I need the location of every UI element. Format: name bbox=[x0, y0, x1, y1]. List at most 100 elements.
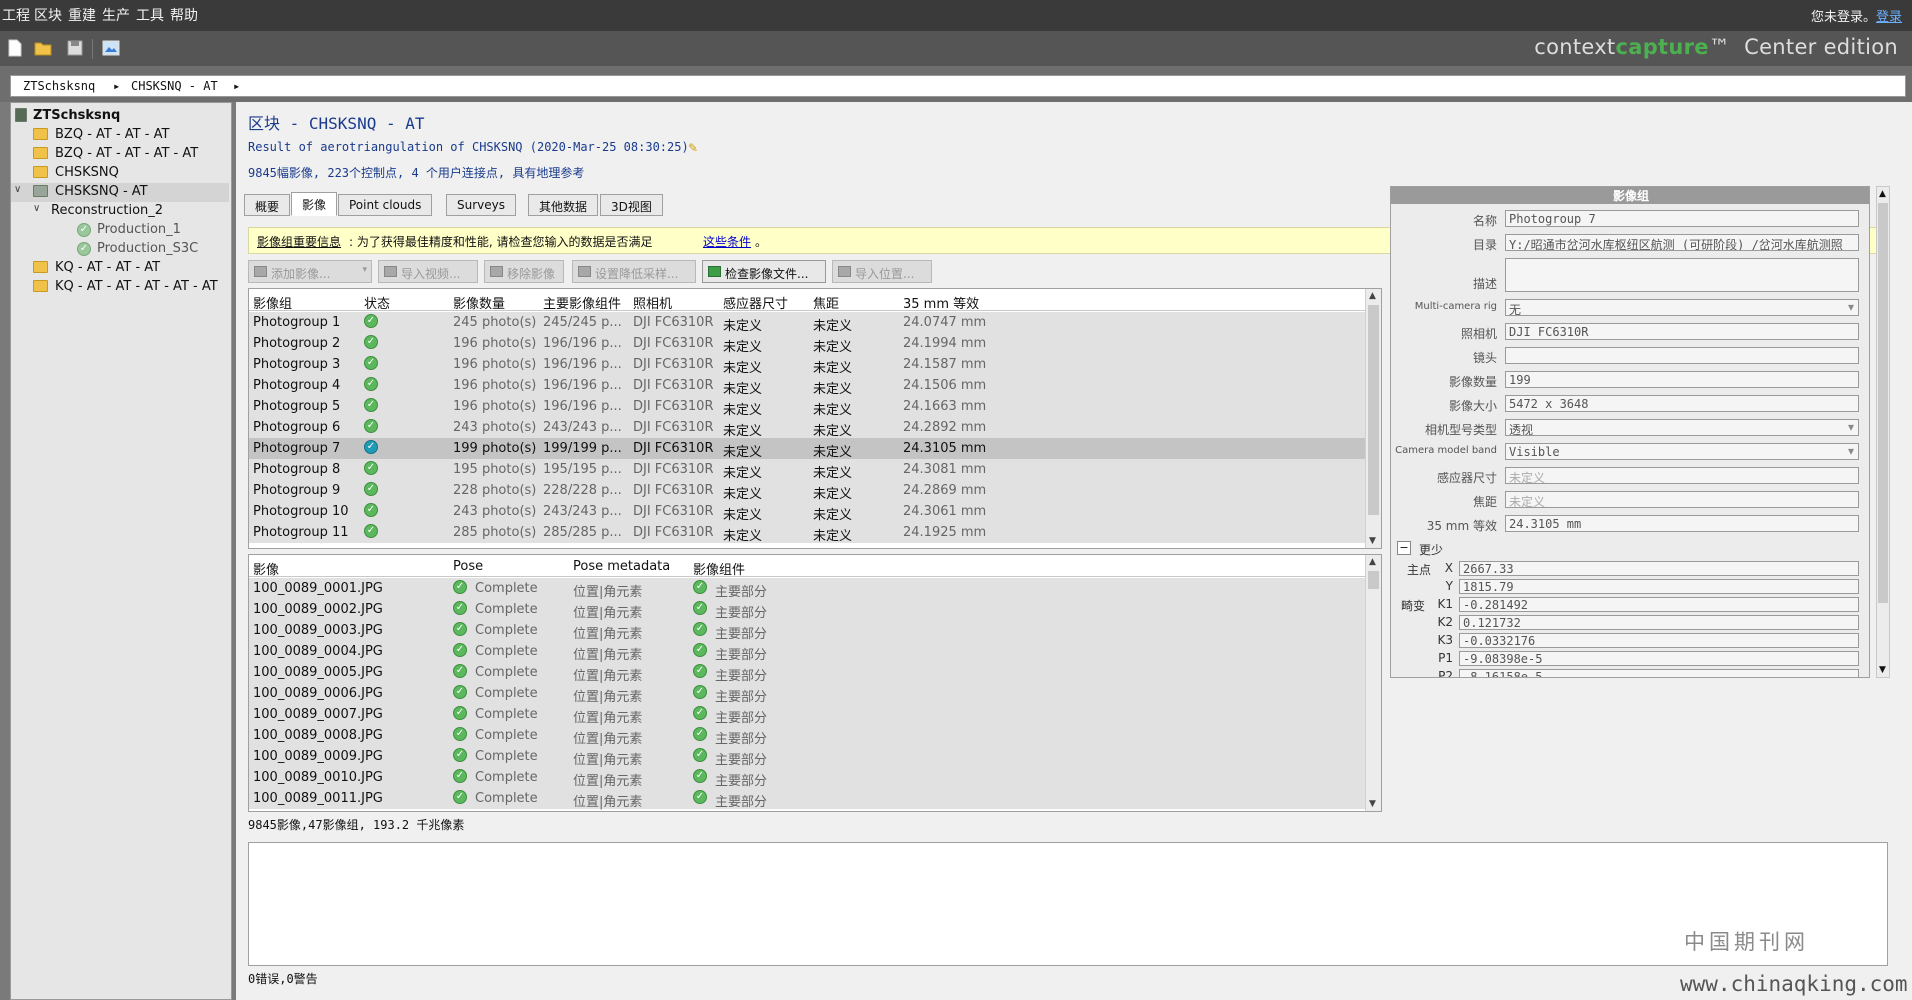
chevron-down-icon[interactable]: ∨ bbox=[33, 203, 40, 214]
breadcrumb-separator[interactable]: ▸ bbox=[233, 79, 240, 93]
column-header[interactable]: 感应器尺寸 bbox=[723, 293, 788, 312]
table-row[interactable]: ✓ Photogroup 5 196 photo(s) 196/196 p... DJI… bbox=[249, 396, 1365, 418]
param-field[interactable]: 1815.79 bbox=[1459, 579, 1859, 594]
property-field[interactable]: 5472 x 3648 bbox=[1505, 395, 1859, 412]
new-file-icon[interactable] bbox=[6, 39, 24, 57]
column-header[interactable]: Pose metadata bbox=[573, 559, 670, 574]
column-header[interactable]: 影像数量 bbox=[453, 293, 505, 312]
table-row[interactable]: ✓ Photogroup 1 245 photo(s) 245/245 p... DJI… bbox=[249, 312, 1365, 334]
import-positions-button[interactable]: 导入位置... bbox=[832, 260, 932, 283]
property-field[interactable] bbox=[1505, 258, 1859, 292]
table-row[interactable]: 100_0089_0007.JPG ✓ Complete 位置|角元素 ✓ 主要部分 bbox=[249, 704, 1365, 726]
open-folder-icon[interactable] bbox=[34, 39, 52, 57]
breadcrumb-project[interactable]: ZTSchsksnq bbox=[23, 79, 95, 93]
check-image-files-button[interactable]: 检查影像文件... bbox=[702, 260, 826, 283]
param-field[interactable]: 2667.33 bbox=[1459, 561, 1859, 576]
log-panel[interactable] bbox=[248, 842, 1888, 966]
property-field[interactable]: 24.3105 mm bbox=[1505, 515, 1859, 532]
menu-tools[interactable]: 工具 bbox=[136, 5, 164, 25]
scroll-up-icon[interactable]: ▲ bbox=[1369, 557, 1376, 567]
tab-3d-view[interactable]: 3D视图 bbox=[600, 194, 663, 216]
menu-reconstruction[interactable]: 重建 bbox=[68, 5, 96, 25]
property-field[interactable]: Y:/昭通市岔河水库枢纽区航测 (可研阶段) /岔河水库航测照 bbox=[1505, 234, 1859, 251]
scrollbar-thumb[interactable] bbox=[1368, 571, 1379, 589]
chevron-down-icon[interactable]: ▾ bbox=[362, 265, 367, 275]
table-row[interactable]: 100_0089_0001.JPG ✓ Complete 位置|角元素 ✓ 主要部分 bbox=[249, 578, 1365, 600]
property-field[interactable]: 无 bbox=[1505, 299, 1859, 316]
menu-project[interactable]: 工程 bbox=[2, 5, 30, 25]
remove-photos-button[interactable]: 移除影像 bbox=[484, 260, 564, 283]
column-header[interactable]: 焦距 bbox=[813, 293, 839, 312]
table-row[interactable]: ✓ Photogroup 4 196 photo(s) 196/196 p... DJI… bbox=[249, 375, 1365, 397]
table-row[interactable]: ✓ Photogroup 3 196 photo(s) 196/196 p... DJI… bbox=[249, 354, 1365, 376]
scroll-down-icon[interactable]: ▼ bbox=[1369, 799, 1376, 809]
tab-surveys[interactable]: Surveys bbox=[446, 194, 516, 216]
properties-scrollbar[interactable]: ▲ ▼ bbox=[1876, 186, 1890, 678]
scroll-down-icon[interactable]: ▼ bbox=[1369, 536, 1376, 546]
menu-production[interactable]: 生产 bbox=[102, 5, 130, 25]
tab-overview[interactable]: 概要 bbox=[244, 194, 291, 216]
param-field[interactable]: -8.16158e-5 bbox=[1459, 669, 1859, 677]
collapse-toggle[interactable]: − bbox=[1397, 541, 1411, 555]
param-field[interactable]: -0.281492 bbox=[1459, 597, 1859, 612]
column-header[interactable]: 影像组件 bbox=[693, 559, 745, 578]
property-field[interactable]: 199 bbox=[1505, 371, 1859, 388]
table-row[interactable]: 100_0089_0008.JPG ✓ Complete 位置|角元素 ✓ 主要部分 bbox=[249, 725, 1365, 747]
table-row[interactable]: 100_0089_0005.JPG ✓ Complete 位置|角元素 ✓ 主要部分 bbox=[249, 662, 1365, 684]
table-row[interactable]: ✓ Photogroup 7 199 photo(s) 199/199 p... DJI… bbox=[249, 438, 1365, 460]
param-field[interactable]: -9.08398e-5 bbox=[1459, 651, 1859, 666]
vertical-scrollbar[interactable]: ▲ ▼ bbox=[1365, 289, 1381, 548]
property-field[interactable]: Visible bbox=[1505, 443, 1859, 460]
table-row[interactable]: ✓ Photogroup 2 196 photo(s) 196/196 p... DJI… bbox=[249, 333, 1365, 355]
scrollbar-thumb[interactable] bbox=[1368, 305, 1379, 515]
add-photos-button[interactable]: 添加影像... ▾ bbox=[248, 260, 372, 283]
table-row[interactable]: 100_0089_0003.JPG ✓ Complete 位置|角元素 ✓ 主要部分 bbox=[249, 620, 1365, 642]
table-row[interactable]: ✓ Photogroup 10 243 photo(s) 243/243 p... DJ… bbox=[249, 501, 1365, 523]
table-row[interactable]: ✓ Photogroup 8 195 photo(s) 195/195 p... DJI… bbox=[249, 459, 1365, 481]
less-label[interactable]: 更少 bbox=[1419, 541, 1443, 558]
import-video-button[interactable]: 导入视频... bbox=[378, 260, 478, 283]
scroll-down-icon[interactable]: ▼ bbox=[1879, 665, 1886, 675]
login-link[interactable]: 登录 bbox=[1876, 10, 1902, 25]
table-row[interactable]: ✓ Photogroup 6 243 photo(s) 243/243 p... DJI… bbox=[249, 417, 1365, 439]
column-header[interactable]: 影像 bbox=[253, 559, 279, 578]
table-row[interactable]: 100_0089_0006.JPG ✓ Complete 位置|角元素 ✓ 主要部分 bbox=[249, 683, 1365, 705]
column-header[interactable]: 状态 bbox=[364, 293, 390, 312]
scroll-up-icon[interactable]: ▲ bbox=[1879, 189, 1886, 199]
table-row[interactable]: 100_0089_0010.JPG ✓ Complete 位置|角元素 ✓ 主要部分 bbox=[249, 767, 1365, 789]
scrollbar-thumb[interactable] bbox=[1878, 203, 1888, 603]
table-row[interactable]: ✓ Photogroup 9 228 photo(s) 228/228 p... DJI… bbox=[249, 480, 1365, 502]
save-icon[interactable] bbox=[66, 39, 84, 57]
column-header[interactable]: 35 mm 等效 bbox=[903, 293, 979, 312]
breadcrumb-separator[interactable]: ▸ bbox=[113, 79, 120, 93]
menu-block[interactable]: 区块 bbox=[34, 5, 62, 25]
tab-point-clouds[interactable]: Point clouds bbox=[338, 194, 433, 216]
property-field[interactable]: 未定义 bbox=[1505, 491, 1859, 508]
property-field[interactable]: Photogroup 7 bbox=[1505, 210, 1859, 227]
column-header[interactable]: 影像组 bbox=[253, 293, 292, 312]
set-downsampling-button[interactable]: 设置降低采样... bbox=[572, 260, 696, 283]
chevron-down-icon[interactable]: ∨ bbox=[14, 184, 21, 195]
param-field[interactable]: -0.0332176 bbox=[1459, 633, 1859, 648]
table-row[interactable]: ✓ Photogroup 11 285 photo(s) 285/285 p... DJ… bbox=[249, 522, 1365, 544]
tab-other-data[interactable]: 其他数据 bbox=[528, 194, 599, 216]
edit-pencil-icon[interactable]: ✎ bbox=[688, 141, 700, 155]
tab-photos[interactable]: 影像 bbox=[291, 192, 338, 216]
param-field[interactable]: 0.121732 bbox=[1459, 615, 1859, 630]
info-link[interactable]: 这些条件 bbox=[703, 233, 751, 250]
property-field[interactable]: 未定义 bbox=[1505, 467, 1859, 484]
column-header[interactable]: 照相机 bbox=[633, 293, 672, 312]
property-field[interactable]: DJI FC6310R bbox=[1505, 323, 1859, 340]
column-header[interactable]: 主要影像组件 bbox=[543, 293, 621, 312]
image-icon[interactable] bbox=[102, 39, 120, 57]
scroll-up-icon[interactable]: ▲ bbox=[1369, 291, 1376, 301]
tree-item-chsksnq-at[interactable]: ∨ CHSKSNQ - AT bbox=[11, 183, 229, 202]
table-row[interactable]: 100_0089_0011.JPG ✓ Complete 位置|角元素 ✓ 主要部分 bbox=[249, 788, 1365, 810]
column-header[interactable]: Pose bbox=[453, 559, 483, 574]
table-row[interactable]: 100_0089_0004.JPG ✓ Complete 位置|角元素 ✓ 主要部分 bbox=[249, 641, 1365, 663]
breadcrumb-block[interactable]: CHSKSNQ - AT bbox=[131, 79, 218, 93]
table-row[interactable]: 100_0089_0002.JPG ✓ Complete 位置|角元素 ✓ 主要部分 bbox=[249, 599, 1365, 621]
property-field[interactable] bbox=[1505, 347, 1859, 364]
table-row[interactable]: 100_0089_0009.JPG ✓ Complete 位置|角元素 ✓ 主要部分 bbox=[249, 746, 1365, 768]
property-field[interactable]: 透视 bbox=[1505, 419, 1859, 436]
